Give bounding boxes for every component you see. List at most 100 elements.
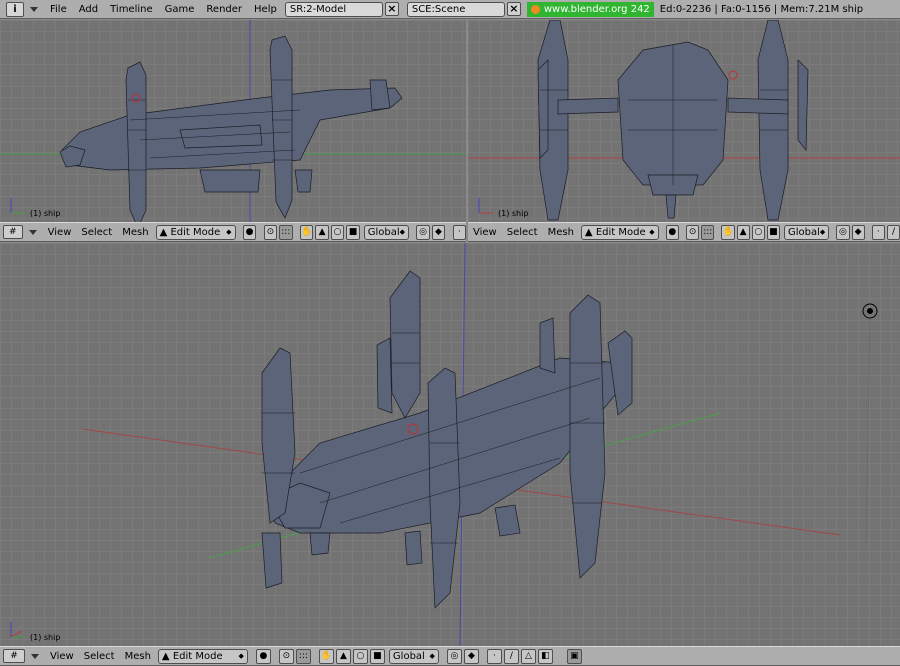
- draw-type-icon[interactable]: ●: [242, 224, 257, 240]
- hand-icon[interactable]: ✋: [318, 648, 334, 664]
- orientation-selector[interactable]: Global ◆: [783, 224, 830, 240]
- render-icon[interactable]: ▣: [566, 648, 582, 664]
- draw-type-icon[interactable]: ●: [255, 648, 271, 664]
- scene-stats: Ed:0-2236 | Fa:0-1156 | Mem:7.21M ship: [659, 3, 864, 15]
- face-select-icon[interactable]: △: [520, 648, 536, 664]
- proportional-edit-icon[interactable]: ◎: [416, 224, 430, 240]
- window-type-icon[interactable]: i: [6, 1, 24, 17]
- menu-view[interactable]: View: [468, 227, 502, 238]
- menu-view[interactable]: View: [45, 651, 79, 662]
- dropdown-arrow-icon: ◆: [226, 228, 232, 236]
- hand-icon[interactable]: ✋: [299, 224, 314, 240]
- menu-mesh[interactable]: Mesh: [117, 227, 153, 238]
- menu-game[interactable]: Game: [159, 0, 201, 19]
- menu-render[interactable]: Render: [200, 0, 248, 19]
- blender-website-link[interactable]: www.blender.org 242: [526, 1, 654, 17]
- menu-select[interactable]: Select: [79, 651, 120, 662]
- scene-selector[interactable]: SCE:Scene: [406, 1, 505, 17]
- viewport-top-left[interactable]: (1) ship: [0, 20, 466, 222]
- viewport-header-top-right: View Select Mesh ▲ Edit Mode ◆ ● ⊙ ::: ✋ …: [468, 222, 900, 242]
- ship-mesh-front-view: [468, 20, 900, 221]
- ship-mesh-side-view: [0, 20, 466, 222]
- menu-help[interactable]: Help: [248, 0, 283, 19]
- viewport-top-right[interactable]: (1) ship: [468, 20, 900, 222]
- mode-selector[interactable]: ▲ Edit Mode ◆: [580, 224, 659, 240]
- lamp-icon: [862, 303, 878, 319]
- orientation-selector[interactable]: Global ◆: [363, 224, 410, 240]
- manipulator-scale-icon[interactable]: ■: [346, 224, 360, 240]
- axis-gizmo-icon: [478, 198, 493, 214]
- 3d-cursor-icon: [728, 70, 738, 80]
- delete-screen-button[interactable]: ×: [384, 2, 399, 16]
- orientation-label: Global: [787, 226, 820, 238]
- blender-logo-icon: [530, 4, 540, 14]
- menu-file[interactable]: File: [44, 0, 73, 19]
- info-header: i File Add Timeline Game Render Help SR:…: [0, 0, 900, 19]
- pivot-icon[interactable]: ⊙: [686, 224, 700, 240]
- collapse-arrow-icon[interactable]: [30, 6, 38, 12]
- occlude-geometry-icon[interactable]: ◧: [537, 648, 553, 664]
- object-label: (1) ship: [498, 209, 529, 218]
- edge-select-icon[interactable]: /: [503, 648, 519, 664]
- falloff-icon[interactable]: ◆: [431, 224, 446, 240]
- window-type-3d-icon[interactable]: #: [3, 225, 23, 239]
- collapse-arrow-icon[interactable]: [31, 653, 39, 659]
- mode-selector[interactable]: ▲ Edit Mode ◆: [157, 648, 248, 664]
- mode-label: Edit Mode: [170, 226, 221, 238]
- pivot-icon[interactable]: ⊙: [263, 224, 278, 240]
- window-type-3d-icon[interactable]: #: [3, 649, 25, 663]
- manipulator-translate-icon[interactable]: ▲: [335, 648, 351, 664]
- manipulator-translate-icon[interactable]: ▲: [736, 224, 750, 240]
- draw-type-icon[interactable]: ●: [665, 224, 679, 240]
- blender-version: www.blender.org 242: [543, 3, 650, 15]
- manipulator-rotate-icon[interactable]: ○: [330, 224, 345, 240]
- proportional-edit-icon[interactable]: ◎: [836, 224, 850, 240]
- orientation-selector[interactable]: Global ◆: [388, 648, 439, 664]
- viewport-bottom-perspective[interactable]: (1) ship: [0, 243, 900, 646]
- ship-mesh-perspective-view: [81, 243, 878, 646]
- hand-icon[interactable]: ✋: [721, 224, 735, 240]
- viewport-header-top-left: # View Select Mesh ▲ Edit Mode ◆ ● ⊙ ::: …: [0, 222, 467, 242]
- manipulator-scale-icon[interactable]: ■: [369, 648, 385, 664]
- menu-select[interactable]: Select: [76, 227, 117, 238]
- screen-name: SR:2-Model: [289, 3, 347, 15]
- falloff-icon[interactable]: ◆: [851, 224, 865, 240]
- delete-scene-button[interactable]: ×: [506, 2, 521, 16]
- dropdown-arrow-icon: ◆: [819, 228, 826, 236]
- menu-view[interactable]: View: [43, 227, 77, 238]
- layers-icon[interactable]: :::: [701, 224, 715, 240]
- dropdown-arrow-icon: ◆: [429, 652, 435, 660]
- dropdown-arrow-icon: ◆: [399, 228, 406, 236]
- vertex-select-icon[interactable]: ·: [871, 224, 885, 240]
- scene-name: SCE:Scene: [411, 3, 466, 15]
- triangle-icon: ▲: [161, 650, 170, 662]
- edge-select-icon[interactable]: /: [886, 224, 900, 240]
- mode-label: Edit Mode: [595, 226, 646, 238]
- orientation-label: Global: [367, 226, 400, 238]
- manipulator-scale-icon[interactable]: ■: [766, 224, 780, 240]
- menu-mesh[interactable]: Mesh: [543, 227, 579, 238]
- manipulator-rotate-icon[interactable]: ○: [352, 648, 368, 664]
- mode-selector[interactable]: ▲ Edit Mode ◆: [155, 224, 236, 240]
- layers-icon[interactable]: :::: [295, 648, 311, 664]
- menu-add[interactable]: Add: [73, 0, 104, 19]
- menu-timeline[interactable]: Timeline: [104, 0, 159, 19]
- triangle-icon: ▲: [159, 226, 168, 238]
- mode-label: Edit Mode: [172, 650, 223, 662]
- falloff-icon[interactable]: ◆: [463, 648, 479, 664]
- viewport-header-bottom: # View Select Mesh ▲ Edit Mode ◆ ● ⊙ ::: …: [0, 646, 900, 666]
- screen-selector[interactable]: SR:2-Model: [284, 1, 383, 17]
- proportional-edit-icon[interactable]: ◎: [446, 648, 462, 664]
- object-label: (1) ship: [30, 209, 61, 218]
- menu-select[interactable]: Select: [502, 227, 543, 238]
- collapse-arrow-icon[interactable]: [28, 229, 37, 235]
- manipulator-translate-icon[interactable]: ▲: [315, 224, 329, 240]
- layers-icon[interactable]: :::: [279, 224, 293, 240]
- axis-gizmo-icon: [10, 198, 25, 214]
- vertex-select-icon[interactable]: ·: [452, 224, 467, 240]
- vertex-select-icon[interactable]: ·: [486, 648, 502, 664]
- pivot-icon[interactable]: ⊙: [278, 648, 294, 664]
- dropdown-arrow-icon: ◆: [238, 652, 244, 660]
- manipulator-rotate-icon[interactable]: ○: [751, 224, 765, 240]
- menu-mesh[interactable]: Mesh: [120, 651, 156, 662]
